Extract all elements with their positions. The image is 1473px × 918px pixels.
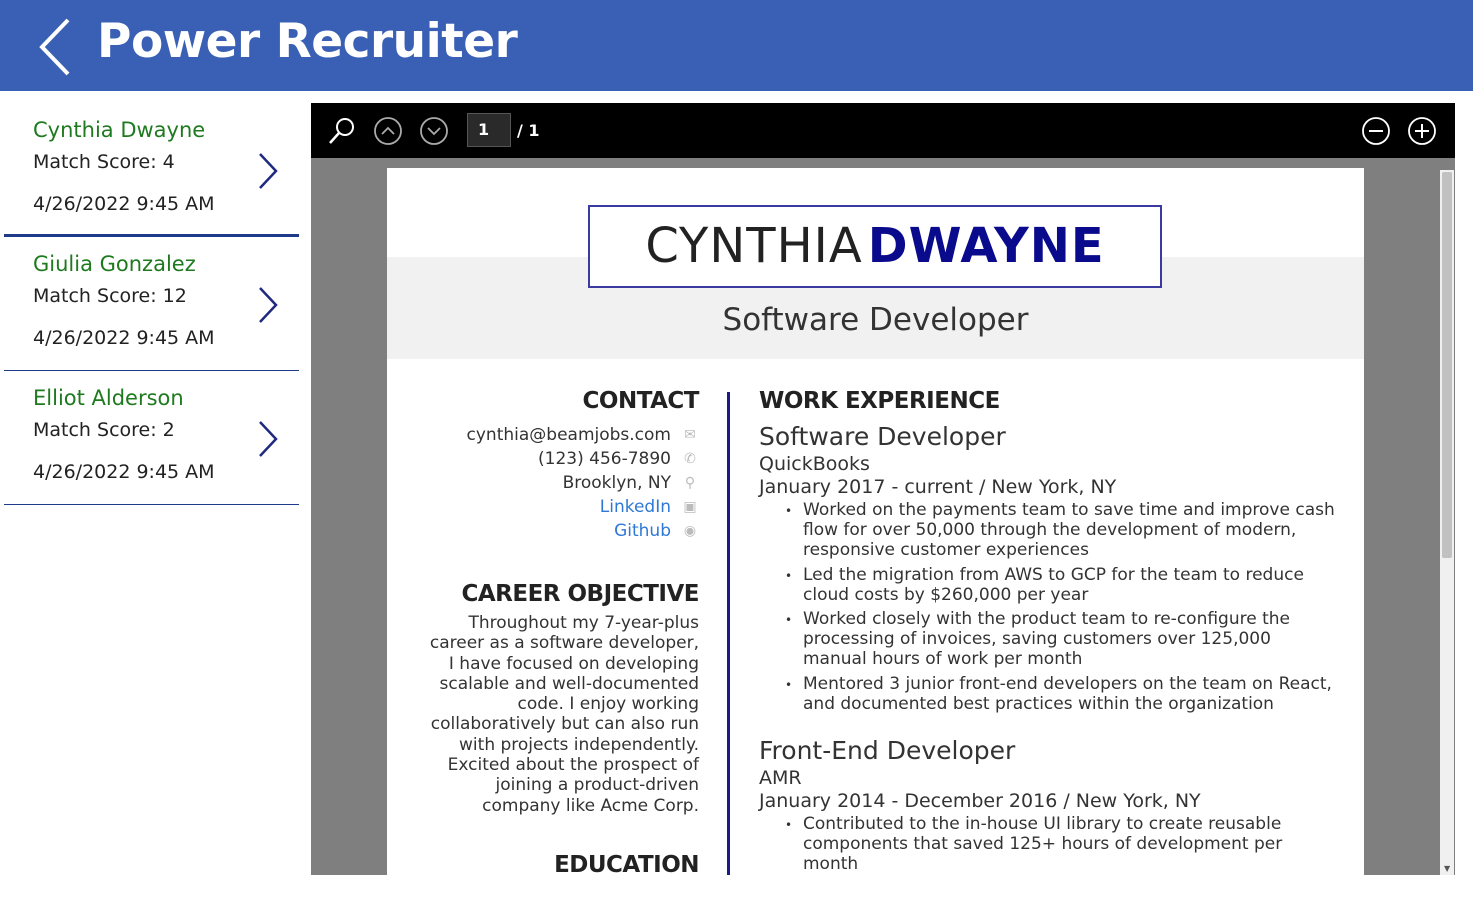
resume-page: CYNTHIA DWAYNE Software Developer CONTAC… [387, 168, 1364, 875]
map-pin-icon: ⚲ [684, 475, 696, 491]
page-up-icon[interactable] [373, 116, 403, 146]
last-name: DWAYNE [867, 218, 1105, 274]
zoom-out-icon[interactable] [1361, 116, 1391, 146]
job-bullet: Worked on the payments team to save time… [785, 500, 1339, 561]
page-number-input[interactable]: 1 [467, 113, 511, 147]
scroll-down-arrow-icon[interactable]: ▼ [1444, 864, 1450, 873]
match-score: Match Score: 2 [33, 419, 175, 441]
candidate-name: Cynthia Dwayne [33, 118, 206, 142]
left-column: CONTACT cynthia@beamjobs.com ✉ (123) 456-… [427, 388, 700, 875]
pdf-toolbar: 1 / 1 [311, 103, 1455, 158]
back-chevron-icon[interactable] [34, 16, 78, 78]
contact-github[interactable]: Github ◉ [427, 519, 699, 543]
candidate-item[interactable]: Giulia Gonzalez Match Score: 12 4/26/202… [4, 237, 299, 371]
candidate-date: 4/26/2022 9:45 AM [33, 193, 215, 215]
contact-linkedin[interactable]: LinkedIn ▣ [427, 495, 699, 519]
app-title: Power Recruiter [97, 14, 518, 69]
search-icon[interactable] [327, 116, 357, 146]
job-bullet: Mentored 3 junior front-end developers o… [785, 674, 1339, 714]
candidate-name: Elliot Alderson [33, 386, 184, 410]
name-box: CYNTHIA DWAYNE [588, 205, 1162, 288]
candidate-date: 4/26/2022 9:45 AM [33, 461, 215, 483]
job-company: AMR [759, 767, 802, 790]
pdf-viewer: 1 / 1 CYNTHIA DWAYNE Software Developer … [311, 103, 1455, 875]
page-down-icon[interactable] [419, 116, 449, 146]
job-company: QuickBooks [759, 453, 870, 475]
candidate-item[interactable]: Cynthia Dwayne Match Score: 4 4/26/2022 … [4, 103, 299, 237]
job-entry: Front-End Developer AMR January 2014 - D… [759, 736, 1339, 875]
column-divider [727, 392, 730, 875]
contact-location: Brooklyn, NY ⚲ [427, 471, 699, 495]
viewer-scrollbar[interactable]: ▼ [1440, 170, 1454, 875]
job-bullet: Contributed to the in-house UI library t… [785, 814, 1339, 875]
github-icon: ◉ [683, 523, 697, 539]
job-entry: Software Developer QuickBooks January 20… [759, 422, 1339, 714]
contact-email: cynthia@beamjobs.com ✉ [427, 423, 699, 447]
contact-phone: (123) 456-7890 ✆ [427, 447, 699, 471]
chevron-right-icon[interactable] [254, 285, 282, 325]
experience-heading: WORK EXPERIENCE [759, 388, 1000, 414]
phone-icon: ✆ [684, 451, 696, 467]
job-role: Front-End Developer [759, 736, 1016, 766]
candidate-date: 4/26/2022 9:45 AM [33, 327, 215, 349]
envelope-icon: ✉ [684, 427, 696, 443]
linkedin-icon: ▣ [683, 499, 697, 515]
page-total: / 1 [517, 121, 540, 140]
contact-heading: CONTACT [582, 388, 700, 414]
job-role: Software Developer [759, 422, 1006, 451]
candidate-item[interactable]: Elliot Alderson Match Score: 2 4/26/2022… [4, 371, 299, 505]
chevron-right-icon[interactable] [254, 419, 282, 459]
objective-heading: CAREER OBJECTIVE [461, 581, 699, 607]
app-header: Power Recruiter [0, 0, 1473, 91]
resume-job-title: Software Developer [722, 302, 1029, 338]
job-bullet: Led the migration from AWS to GCP for th… [785, 565, 1339, 605]
objective-text: Throughout my 7-year-plus career as a so… [429, 613, 699, 816]
scroll-thumb[interactable] [1442, 172, 1452, 558]
candidate-name: Giulia Gonzalez [33, 252, 196, 276]
zoom-in-icon[interactable] [1407, 116, 1437, 146]
chevron-right-icon[interactable] [254, 151, 282, 191]
education-heading: EDUCATION [554, 851, 699, 875]
match-score: Match Score: 12 [33, 285, 187, 307]
right-column: WORK EXPERIENCE Software Developer Quick… [759, 388, 1339, 875]
candidate-list: Cynthia Dwayne Match Score: 4 4/26/2022 … [4, 103, 299, 505]
match-score: Match Score: 4 [33, 151, 175, 173]
job-bullet: Worked closely with the product team to … [785, 609, 1339, 670]
job-dates: January 2017 - current / New York, NY [759, 476, 1117, 498]
first-name: CYNTHIA [645, 218, 863, 274]
job-dates: January 2014 - December 2016 / New York,… [759, 790, 1201, 813]
